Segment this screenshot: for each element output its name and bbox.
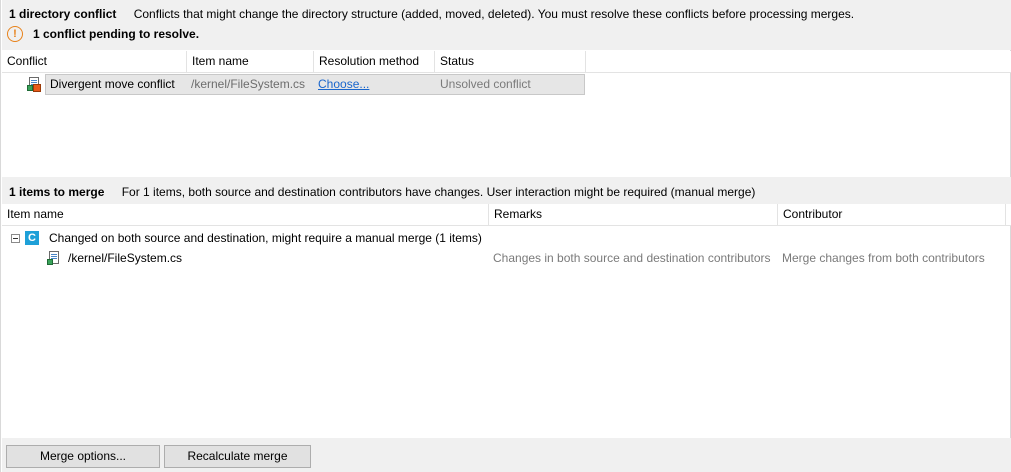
conflict-row[interactable]: Divergent move conflict /kernel/FileSyst… <box>45 74 585 95</box>
merge-item-remarks: Changes in both source and destination c… <box>493 251 771 265</box>
merge-item-contributor: Merge changes from both contributors <box>782 251 985 265</box>
conflict-status: Unsolved conflict <box>440 77 531 91</box>
file-changed-icon <box>47 251 61 266</box>
column-header-status[interactable]: Status <box>435 51 586 72</box>
column-header-resolution-method[interactable]: Resolution method <box>314 51 435 72</box>
conflict-item-name: /kernel/FileSystem.cs <box>191 77 306 91</box>
recalculate-merge-button[interactable]: Recalculate merge <box>164 445 311 468</box>
column-header-merge-item-name[interactable]: Item name <box>2 204 489 225</box>
column-header-remarks[interactable]: Remarks <box>489 204 778 225</box>
conflict-type: Divergent move conflict <box>50 77 175 91</box>
directory-conflict-description: Conflicts that might change the director… <box>133 7 855 21</box>
warning-circle-icon: ! <box>7 26 23 42</box>
conflict-grid-header: Conflict Item name Resolution method Sta… <box>2 51 1011 73</box>
column-header-conflict[interactable]: Conflict <box>2 51 187 72</box>
collapse-toggle-icon[interactable] <box>11 233 20 243</box>
directory-conflict-title: 1 directory conflict <box>9 7 117 21</box>
merge-grid-header: Item name Remarks Contributor <box>2 204 1011 226</box>
column-header-contributor[interactable]: Contributor <box>778 204 1006 225</box>
footer-toolbar: Merge options... Recalculate merge <box>2 438 1011 472</box>
items-to-merge-header: 1 items to merge For 1 items, both sourc… <box>2 177 1011 204</box>
directory-conflict-summary: 1 directory conflict Conflicts that migh… <box>9 7 854 21</box>
file-conflict-icon <box>27 77 41 92</box>
column-header-item-name[interactable]: Item name <box>187 51 314 72</box>
choose-resolution-link[interactable]: Choose... <box>318 75 369 94</box>
directory-conflict-header: 1 directory conflict Conflicts that migh… <box>2 0 1011 50</box>
items-to-merge-description: For 1 items, both source and destination… <box>121 185 756 199</box>
merge-group-label: Changed on both source and destination, … <box>49 231 482 245</box>
merge-options-button[interactable]: Merge options... <box>6 445 160 468</box>
merge-item-row[interactable]: /kernel/FileSystem.cs Changes in both so… <box>1 251 1010 267</box>
pending-conflicts-line: ! 1 conflict pending to resolve. <box>7 26 199 42</box>
changed-badge-icon: C <box>25 231 39 245</box>
merge-window: 1 directory conflict Conflicts that migh… <box>0 0 1011 472</box>
merge-group-row[interactable]: C Changed on both source and destination… <box>11 230 482 246</box>
pending-conflicts-text: 1 conflict pending to resolve. <box>33 27 200 41</box>
items-to-merge-title: 1 items to merge <box>9 185 105 199</box>
merge-item-name: /kernel/FileSystem.cs <box>68 251 183 265</box>
